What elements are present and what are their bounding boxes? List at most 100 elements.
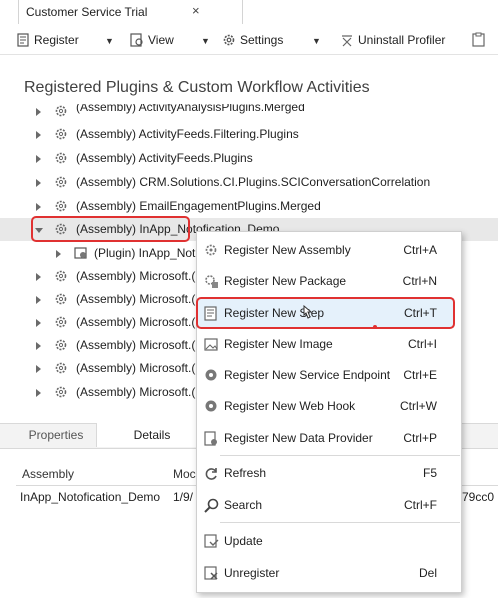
view-dropdown-arrow-icon[interactable]: ▼: [201, 36, 210, 46]
expand-icon[interactable]: [36, 179, 41, 187]
tree-row-label: (Assembly) ActivityAnalysisPlugins.Merge…: [76, 104, 305, 114]
expand-icon[interactable]: [36, 319, 41, 327]
settings-label: Settings: [240, 33, 284, 47]
register-dropdown-arrow-icon[interactable]: ▼: [105, 36, 114, 46]
assembly-icon: [55, 386, 67, 398]
assembly-icon: [55, 362, 67, 374]
menu-item-label: Search: [224, 498, 263, 512]
assembly-icon: [55, 176, 67, 188]
assembly-icon: [55, 316, 67, 328]
grid-cell-id: 79cc0: [462, 490, 495, 504]
assembly-icon: [55, 128, 67, 140]
gear-icon: [223, 34, 235, 46]
register-menu-button[interactable]: Register: [16, 31, 79, 49]
menu-separator: [220, 522, 460, 523]
tree-row-label: (Assembly) CRM.Solutions.CI.Plugins.SCIC…: [76, 175, 431, 189]
view-label: View: [148, 33, 174, 47]
menu-item-update[interactable]: Update: [197, 527, 461, 555]
tree-row-label: (Assembly) Microsoft.(: [76, 385, 196, 399]
annotation-dot: [373, 325, 377, 329]
menu-item-label: Update: [224, 534, 263, 548]
tree-row[interactable]: (Assembly) ActivityFeeds.Filtering.Plugi…: [0, 123, 498, 146]
register-icon: [17, 33, 29, 47]
more-toolbar-icon[interactable]: [471, 32, 487, 51]
menu-item-label: Register New Package: [224, 274, 347, 288]
settings-dropdown-arrow-icon[interactable]: ▼: [312, 36, 321, 46]
plugin-icon: [74, 247, 87, 259]
menu-item-register-new-web-hook[interactable]: Register New Web Hook Ctrl+W: [197, 392, 461, 420]
tree-row-label: (Assembly) ActivityFeeds.Filtering.Plugi…: [76, 127, 299, 141]
expand-icon[interactable]: [36, 365, 41, 373]
register-image-icon: [204, 337, 218, 351]
grid-cell-assembly: InApp_Notofication_Demo: [20, 490, 161, 504]
expand-icon[interactable]: [36, 155, 41, 163]
grid-cell-modified: 1/9/: [173, 490, 194, 504]
tree-row[interactable]: (Assembly) CRM.Solutions.CI.Plugins.SCIC…: [0, 171, 498, 194]
menu-item-shortcut: Ctrl+A: [403, 243, 437, 257]
menu-item-refresh[interactable]: Refresh F5: [197, 459, 461, 487]
tab-details[interactable]: Details: [96, 423, 207, 447]
tree-row-label: (Plugin) InApp_Not: [94, 246, 196, 260]
menu-item-unregister[interactable]: Unregister Del: [197, 559, 461, 587]
uninstall-profiler-button[interactable]: Uninstall Profiler: [340, 31, 445, 49]
column-header-assembly[interactable]: Assembly: [22, 467, 74, 481]
menu-item-register-new-data-provider[interactable]: Register New Data Provider Ctrl+P: [197, 424, 461, 452]
menu-item-label: Register New Web Hook: [224, 399, 356, 413]
assembly-icon: [55, 152, 67, 164]
tree-row-label: (Assembly) Microsoft.(: [76, 361, 196, 375]
uninstall-profiler-label: Uninstall Profiler: [358, 33, 446, 47]
uninstall-profiler-icon: [342, 35, 352, 47]
tree-row-label: (Assembly) EmailEngagementPlugins.Merged: [76, 199, 321, 213]
expand-icon[interactable]: [36, 131, 41, 139]
register-endpoint-icon: [205, 369, 217, 380]
menu-item-label: Register New Assembly: [224, 243, 351, 257]
tab-properties-label: Properties: [28, 428, 84, 442]
column-header-modified[interactable]: Moc: [173, 467, 196, 481]
tree-row-label: (Assembly) Microsoft.(: [76, 269, 196, 283]
update-icon: [204, 533, 219, 548]
tree-row[interactable]: (Assembly) ActivityFeeds.Plugins: [0, 147, 498, 170]
menu-item-register-new-package[interactable]: Register New Package Ctrl+N: [197, 267, 461, 295]
menu-item-shortcut: Ctrl+N: [402, 274, 437, 288]
tab-properties[interactable]: Properties: [16, 423, 96, 447]
register-label: Register: [34, 33, 79, 47]
assembly-icon: [55, 105, 67, 117]
expand-icon[interactable]: [36, 108, 41, 116]
tab-title: Customer Service Trial: [26, 5, 148, 19]
menu-item-shortcut: Del: [418, 566, 437, 580]
menu-item-shortcut: Ctrl+W: [400, 399, 437, 413]
expand-icon[interactable]: [36, 203, 41, 211]
expand-icon[interactable]: [36, 273, 41, 281]
menu-item-label: Register New Image: [224, 337, 333, 351]
menu-item-label: Register New Data Provider: [224, 431, 373, 445]
menu-item-register-new-image[interactable]: Register New Image Ctrl+I: [197, 330, 461, 358]
register-assembly-icon: [205, 244, 217, 255]
expand-icon[interactable]: [36, 342, 41, 350]
expand-icon[interactable]: [36, 296, 41, 304]
tree-row[interactable]: (Assembly) ActivityAnalysisPlugins.Merge…: [0, 104, 498, 124]
unregister-icon: [204, 565, 218, 580]
settings-menu-button[interactable]: Settings: [222, 31, 283, 49]
menu-item-search[interactable]: Search Ctrl+F: [197, 491, 461, 519]
clipboard-icon: [472, 32, 485, 47]
register-webhook-icon: [205, 400, 217, 411]
expand-icon[interactable]: [56, 250, 61, 258]
tree-row-label: (Assembly) Microsoft.(: [76, 315, 196, 329]
menu-item-register-new-assembly[interactable]: Register New Assembly Ctrl+A: [197, 236, 461, 264]
tab-details-label: Details: [133, 428, 171, 442]
search-icon: [204, 498, 219, 513]
tree-row-label: (Assembly) Microsoft.(: [76, 338, 196, 352]
refresh-icon: [205, 467, 217, 480]
page-title: Registered Plugins & Custom Workflow Act…: [24, 79, 370, 96]
assembly-icon: [55, 293, 67, 305]
close-icon[interactable]: ×: [192, 3, 200, 18]
expand-icon[interactable]: [36, 389, 41, 397]
tree-row[interactable]: (Assembly) EmailEngagementPlugins.Merged: [0, 195, 498, 218]
assembly-icon: [55, 200, 67, 212]
menu-item-shortcut: Ctrl+P: [403, 431, 437, 445]
menu-item-register-new-service-endpoint[interactable]: Register New Service Endpoint Ctrl+E: [197, 361, 461, 389]
view-menu-button[interactable]: View: [130, 31, 174, 49]
tree-row-label: (Assembly) ActivityFeeds.Plugins: [76, 151, 253, 165]
menu-item-shortcut: F5: [422, 466, 437, 480]
register-package-icon: [205, 274, 218, 288]
